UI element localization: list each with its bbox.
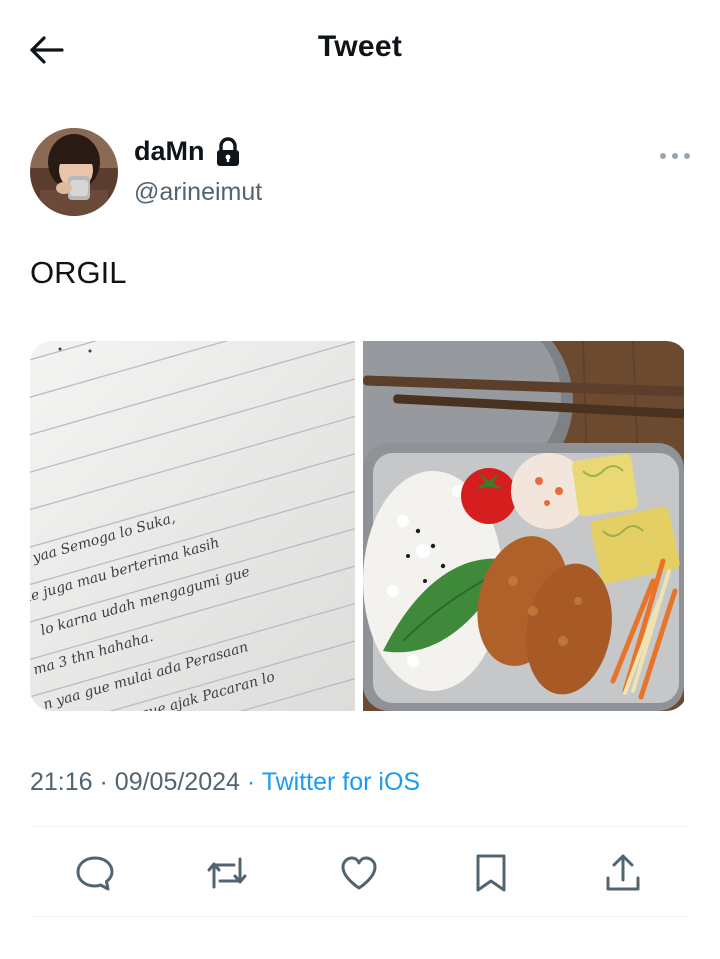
like-button[interactable]	[334, 848, 384, 898]
bento-image	[363, 341, 688, 711]
lock-icon	[216, 136, 239, 166]
tweet-source-link[interactable]: Twitter for iOS	[262, 768, 420, 796]
media-photo-note[interactable]: e ̈ kan yaa Semoga lo Suka, gue juga mau…	[30, 341, 355, 711]
tweet-time: 21:16	[30, 768, 93, 796]
display-name: daMn	[134, 136, 205, 166]
divider	[30, 826, 688, 827]
more-options-button[interactable]	[660, 146, 690, 166]
more-horizontal-icon	[660, 153, 666, 159]
meta-separator: ·	[99, 768, 108, 796]
bookmark-button[interactable]	[466, 848, 516, 898]
tweet-author: daMn @arineimut	[30, 128, 690, 218]
tweet-meta: 21:16 · 09/05/2024 · Twitter for iOS	[30, 768, 420, 797]
media-photo-bento[interactable]	[363, 341, 688, 711]
reply-button[interactable]	[70, 848, 120, 898]
page-title: Tweet	[317, 30, 403, 63]
tweet-media: e ̈ kan yaa Semoga lo Suka, gue juga mau…	[30, 341, 688, 711]
avatar[interactable]	[30, 128, 118, 216]
tweet-text: ORGIL	[30, 255, 127, 290]
share-button[interactable]	[598, 848, 648, 898]
divider	[30, 916, 688, 917]
heart-icon	[341, 856, 377, 890]
top-bar: Tweet	[0, 0, 720, 100]
tweet-date: 09/05/2024	[114, 768, 240, 796]
share-icon	[606, 854, 640, 891]
meta-separator: ·	[246, 768, 256, 796]
avatar-image	[30, 128, 118, 216]
tweet-actions	[30, 838, 690, 908]
author-name[interactable]: daMn	[134, 136, 241, 167]
author-handle[interactable]: @arineimut	[134, 178, 262, 207]
retweet-button[interactable]	[202, 848, 252, 898]
reply-icon	[76, 856, 114, 891]
bookmark-icon	[476, 854, 506, 892]
handwritten-note-image: e ̈ kan yaa Semoga lo Suka, gue juga mau…	[30, 341, 355, 711]
retweet-icon	[207, 857, 247, 889]
